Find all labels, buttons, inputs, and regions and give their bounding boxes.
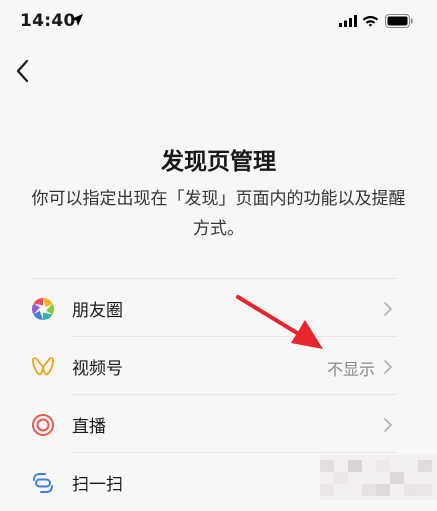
channels-icon — [32, 357, 54, 376]
list-item-label: 朋友圈 — [72, 301, 123, 321]
chevron-right-icon — [384, 360, 392, 374]
list-item-scan[interactable]: 扫一扫 — [0, 453, 437, 511]
page-title: 发现页管理 — [161, 149, 276, 175]
chevron-right-icon — [384, 302, 392, 316]
chevron-right-icon — [384, 418, 392, 432]
battery-icon — [385, 14, 413, 28]
moments-icon — [32, 298, 54, 320]
list-item-label: 扫一扫 — [72, 475, 123, 495]
status-time: 14:40 — [20, 11, 76, 31]
list-item-live[interactable]: 直播 — [0, 395, 437, 453]
list-item-label: 直播 — [72, 417, 106, 437]
channels-visibility-value: 不显示 — [326, 360, 375, 379]
status-bar: 14:40 — [0, 0, 437, 44]
cellular-signal-icon — [339, 15, 357, 27]
page-description: 你可以指定出现在「发现」页面内的功能以及提醒方式。 — [31, 189, 406, 239]
list-item-label: 视频号 — [72, 359, 123, 379]
wifi-icon — [362, 16, 379, 27]
back-button[interactable] — [10, 56, 36, 86]
location-arrow-icon — [71, 14, 83, 26]
list-item-moments[interactable]: 朋友圈 — [0, 279, 437, 337]
chevron-right-icon — [384, 476, 392, 490]
scan-icon — [33, 473, 53, 493]
list-item-channels[interactable]: 视频号 不显示 — [0, 337, 437, 395]
live-icon — [32, 414, 54, 436]
